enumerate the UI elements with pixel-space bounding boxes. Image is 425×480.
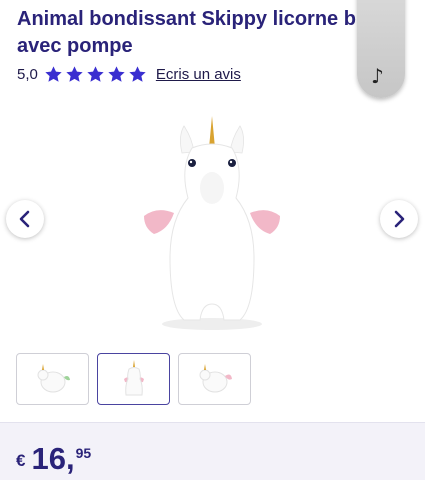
thumbnail-image xyxy=(37,364,70,393)
product-image xyxy=(144,116,280,330)
star-icon xyxy=(45,65,62,82)
price-integer: 16, xyxy=(31,441,75,476)
thumbnail-3[interactable] xyxy=(178,353,251,405)
price-bar: € 16, 95 xyxy=(0,422,425,480)
rating-value: 5,0 xyxy=(17,65,38,83)
star-icon xyxy=(66,65,83,82)
thumbnail-2[interactable] xyxy=(97,353,170,405)
music-widget[interactable]: ♪ xyxy=(357,0,405,98)
thumbnail-strip xyxy=(16,353,251,405)
price-decimal: 95 xyxy=(75,445,92,461)
next-image-button[interactable] xyxy=(380,200,418,238)
music-note-icon[interactable]: ♪ xyxy=(371,64,384,88)
chevron-left-icon xyxy=(19,210,30,228)
thumbnail-image xyxy=(123,360,144,396)
price: € 16, 95 xyxy=(16,443,91,475)
rating-stars xyxy=(44,65,147,84)
price-currency: € xyxy=(16,451,26,470)
write-review-link[interactable]: Ecris un avis xyxy=(156,66,241,83)
previous-image-button[interactable] xyxy=(6,200,44,238)
star-icon xyxy=(87,65,104,82)
rating-row: 5,0 Ecris un avis xyxy=(17,63,241,85)
star-icon xyxy=(108,65,125,82)
star-icon xyxy=(129,65,146,82)
chevron-right-icon xyxy=(394,210,405,228)
thumbnail-1[interactable] xyxy=(16,353,89,405)
thumbnail-image xyxy=(199,364,232,393)
